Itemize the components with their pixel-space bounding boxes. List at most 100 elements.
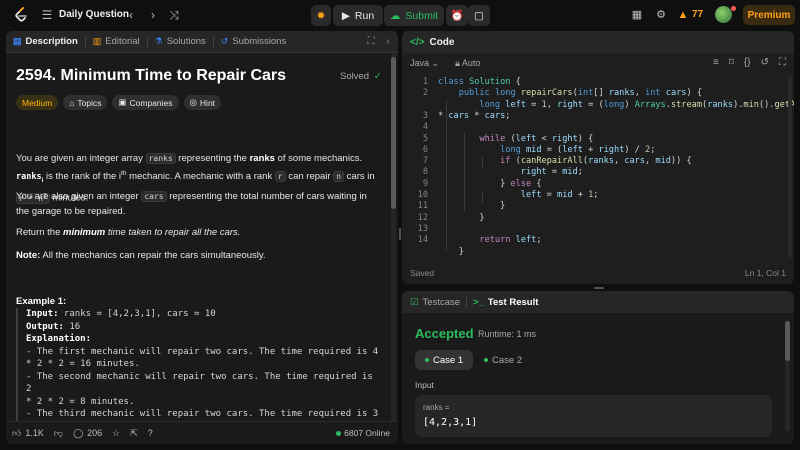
bookmark-icon[interactable]: ⌑ [729, 57, 734, 68]
question-icon: ? [147, 428, 153, 438]
daily-question-label[interactable]: Daily Question [59, 9, 129, 20]
topics-tag[interactable]: ⌂ Topics [63, 95, 108, 110]
code-editor[interactable]: 1 2 3 4 5 6 7 8 9 10 11 12 13 14 class S… [402, 77, 794, 257]
debug-button[interactable]: ✹ [311, 5, 331, 26]
online-dot-icon [336, 431, 342, 436]
example-value: - The second mechanic will repair two ca… [26, 371, 373, 395]
code-line: public long repairCars(int[] ranks, int … [458, 88, 703, 99]
shuffle-icon[interactable]: ⤨ [167, 8, 181, 22]
run-button[interactable]: ▶ Run [333, 5, 383, 26]
saved-status: Saved [410, 268, 435, 278]
example-value: - The third mechanic will repair two car… [26, 409, 379, 419]
companies-tag[interactable]: ▣ Companies [112, 95, 179, 110]
dislike-button[interactable]: 👎︎ [54, 428, 63, 439]
problem-title: 2594. Minimum Time to Repair Cars [16, 67, 287, 84]
tab-solutions[interactable]: ⚗ Solutions [148, 31, 213, 53]
collapse-icon[interactable]: ‹ [387, 36, 390, 47]
scrollbar-thumb[interactable] [391, 57, 396, 209]
like-button[interactable]: 👍︎ 1.1K [12, 428, 44, 439]
prev-problem-icon[interactable]: ‹ [124, 8, 138, 22]
tab-solutions-label: Solutions [166, 36, 206, 47]
code-panel: </> Code Java ⌄ 🔒︎ Auto ≡ ⌑ {} ↺ ⛶ 1 2 3… [402, 31, 794, 284]
code-line: } [438, 212, 485, 223]
tab-description[interactable]: ▤ Description [6, 31, 85, 53]
example-value: ranks = [4,2,3,1], cars = 10 [58, 309, 216, 319]
hint-tag[interactable]: ◎ Hint [183, 95, 222, 110]
favorite-button[interactable]: ☆ [112, 428, 120, 439]
line-number: 8 [422, 167, 428, 178]
example-key: Explanation: [26, 334, 92, 344]
verdict: Accepted [415, 326, 474, 341]
line-number: 10 [417, 190, 428, 200]
avatar[interactable] [715, 6, 732, 23]
example-line: - The first mechanic will repair two car… [26, 346, 382, 359]
result-scrollbar[interactable] [785, 321, 790, 431]
text: is the rank of the [43, 171, 119, 183]
note-label: Note: [16, 250, 41, 261]
case-2-tab[interactable]: Case 2 [474, 350, 532, 370]
next-problem-icon[interactable]: › [146, 8, 160, 22]
help-button[interactable]: ? [148, 428, 153, 438]
submit-button[interactable]: ☁ Submit [384, 5, 444, 26]
horizontal-resize-handle[interactable] [594, 287, 604, 289]
comments-button[interactable]: ◯ 206 [73, 428, 102, 439]
like-count: 1.1K [25, 428, 44, 438]
braces-icon[interactable]: {} [744, 57, 751, 68]
tab-editorial[interactable]: ▥ Editorial [86, 31, 147, 53]
text: You are given an integer array [16, 153, 146, 164]
code-line: class Solution { [438, 77, 521, 87]
maximize-icon[interactable]: ⛶ [368, 36, 375, 47]
text: representing the [175, 153, 250, 164]
bug-icon: ✹ [316, 9, 326, 22]
problem-tags: Medium ⌂ Topics ▣ Companies ◎ Hint [16, 95, 222, 110]
note-text: All the mechanics can repair the cars si… [40, 250, 266, 261]
thumbs-up-icon: 👍︎ [12, 427, 22, 438]
example-value: - The first mechanic will repair two car… [26, 346, 379, 357]
example-line: * 2 * 2 = 8 minutes. [26, 396, 382, 409]
flask-icon: ⚗ [154, 36, 163, 46]
example-value: * 2 * 2 = 16 minutes. [26, 359, 140, 369]
share-button[interactable]: ⇱ [130, 428, 138, 439]
layout-grid-icon[interactable]: ▦ [630, 8, 644, 22]
code-line: long left = 1, right = (long) Arrays.str… [479, 99, 794, 110]
play-icon: ▶ [341, 9, 350, 22]
lock-icon: 🔒︎ [455, 57, 460, 68]
vertical-resize-handle[interactable] [399, 228, 401, 240]
auto-mode[interactable]: 🔒︎ Auto [455, 58, 480, 69]
notification-dot [731, 6, 736, 11]
bold-italic-text: minimum [63, 227, 106, 238]
tab-submissions[interactable]: ↺ Submissions [214, 31, 293, 53]
tab-test-result[interactable]: >_ Test Result [473, 297, 538, 308]
example-block: Input: ranks = [4,2,3,1], cars = 10 Outpu… [16, 308, 382, 421]
text: of some mechanics. [274, 153, 363, 164]
code-title: Code [429, 36, 455, 48]
streak-count[interactable]: 77 [692, 9, 703, 20]
inline-code: cars [141, 191, 167, 202]
reset-icon[interactable]: ↺ [761, 57, 769, 68]
code-status-bar: Saved Ln 1, Col 1 [402, 268, 794, 282]
left-tab-bar: ▤ Description ▥ Editorial ⚗ Solutions ↺ … [6, 31, 398, 53]
example-key: Input: [26, 309, 59, 319]
settings-icon[interactable]: ⚙ [654, 8, 668, 22]
description-scrollbar[interactable] [391, 53, 396, 421]
notes-button[interactable]: ▢ [468, 5, 490, 26]
description-icon: ▤ [13, 36, 22, 46]
line-number: 5 [422, 133, 428, 144]
tab-testcase[interactable]: ☑ Testcase [410, 297, 460, 308]
solved-status: Solved ✓ [340, 71, 382, 82]
format-icon[interactable]: ≡ [713, 57, 719, 68]
timer-button[interactable]: ⏰ [446, 5, 468, 26]
example-line: * 2 * 2 = 16 minutes. [26, 358, 382, 371]
scrollbar-thumb[interactable] [785, 321, 790, 361]
difficulty-badge[interactable]: Medium [16, 95, 59, 110]
fullscreen-icon[interactable]: ⛶ [779, 57, 786, 68]
line-number: 14 [417, 235, 428, 246]
leetcode-logo[interactable] [14, 7, 28, 23]
premium-button[interactable]: Premium [743, 5, 795, 25]
comment-count: 206 [87, 428, 103, 438]
problem-list-icon[interactable]: ☰ [40, 8, 54, 22]
editor-scrollbar[interactable] [788, 77, 792, 257]
case-1-tab[interactable]: Case 1 [415, 350, 474, 370]
language-select[interactable]: Java ⌄ [410, 58, 439, 69]
comment-icon: ◯ [73, 427, 84, 438]
